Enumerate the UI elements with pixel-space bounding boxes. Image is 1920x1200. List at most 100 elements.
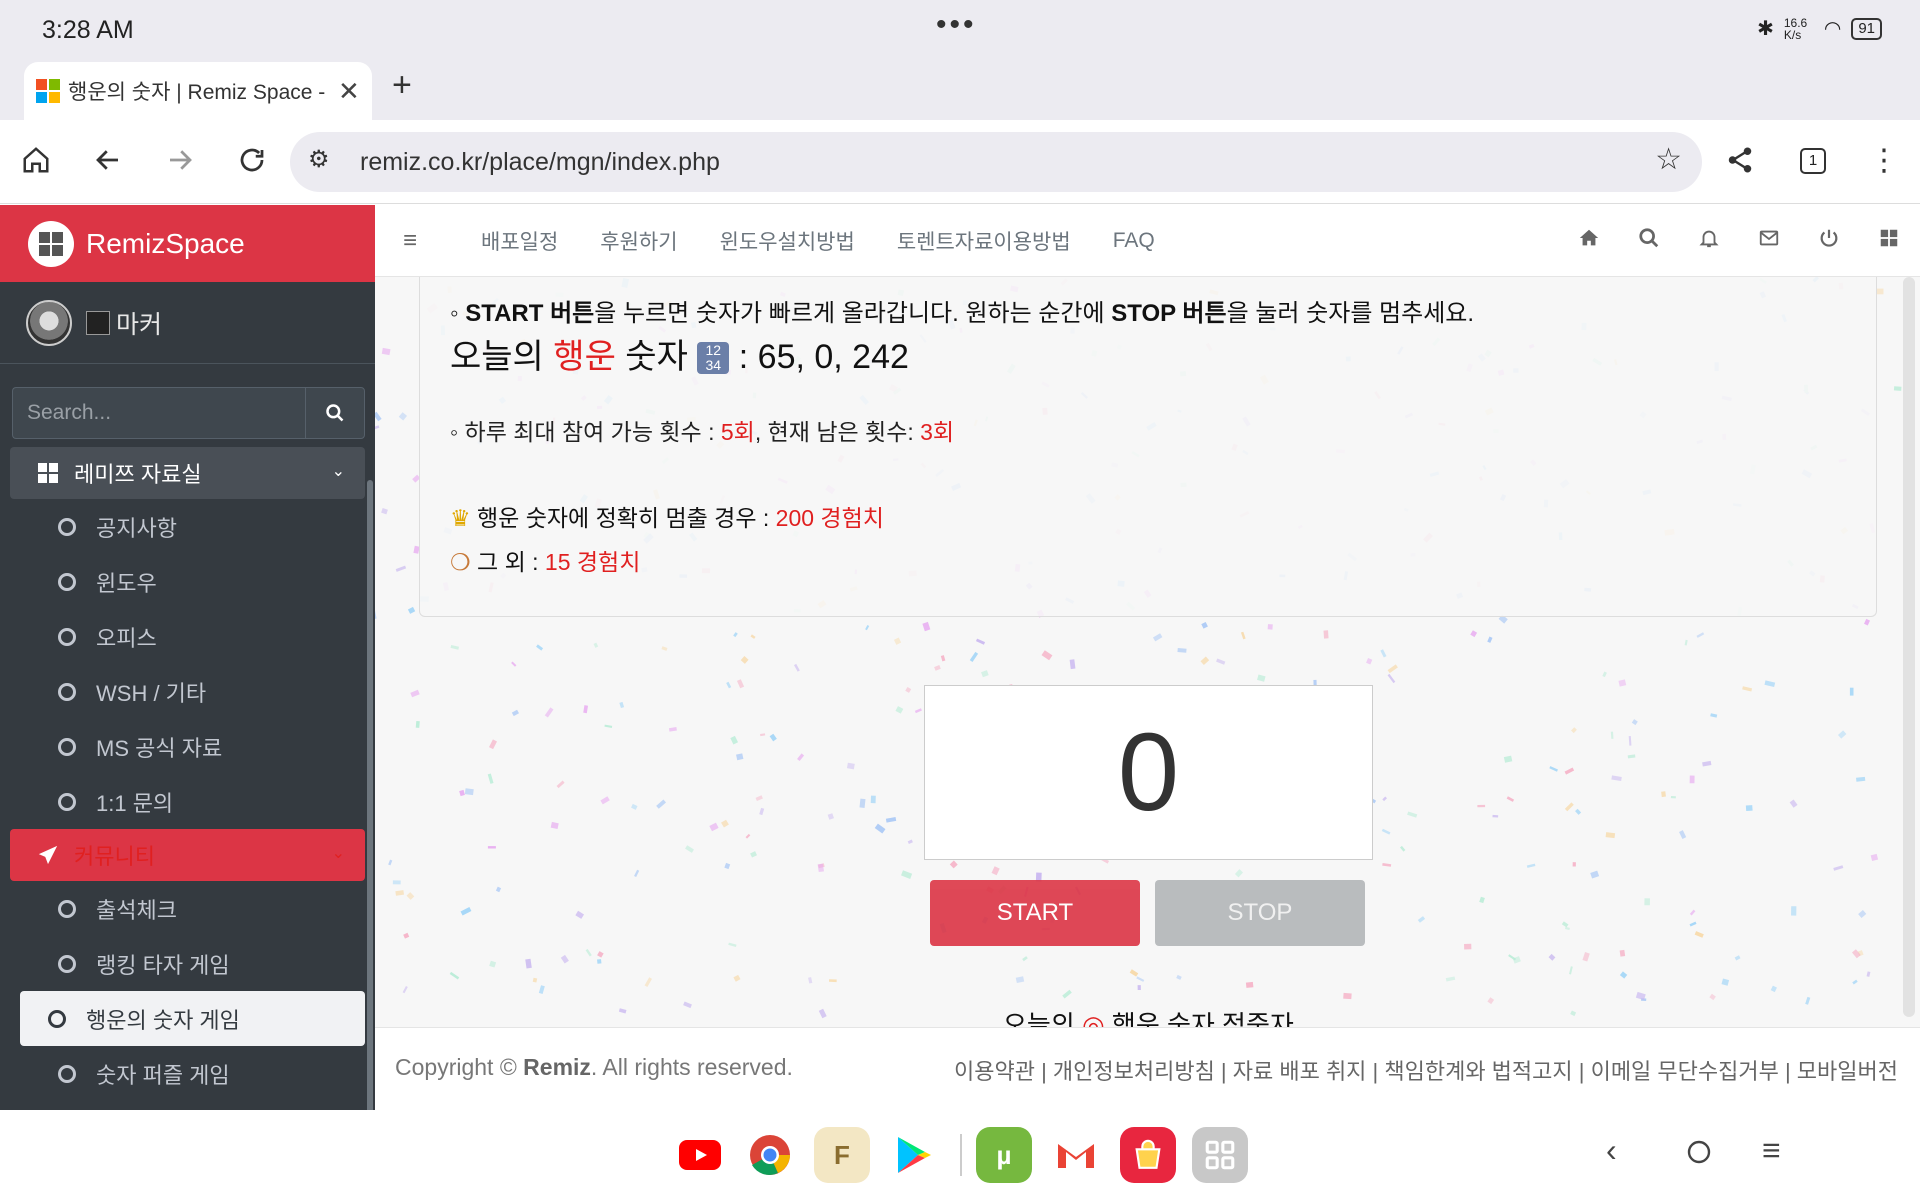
confetti-piece (460, 906, 472, 916)
tab-switcher-button[interactable]: 1 (1800, 148, 1826, 174)
confetti-piece (1619, 971, 1628, 979)
chrome-icon[interactable] (742, 1127, 798, 1183)
nav-section-community[interactable]: 커뮤니티 ⌄ (10, 829, 365, 881)
confetti-piece (733, 632, 738, 638)
sidebar-item-windows[interactable]: 윈도우 (10, 554, 365, 609)
address-bar[interactable]: ⚙ remiz.co.kr/place/mgn/index.php ☆ (290, 132, 1702, 192)
sidebar-item-typing-game[interactable]: 랭킹 타자 게임 (10, 936, 365, 991)
sidebar-item-wsh[interactable]: WSH / 기타 (10, 664, 365, 719)
home-icon[interactable] (14, 138, 58, 182)
confetti-piece (1849, 687, 1854, 696)
search-icon[interactable] (1638, 227, 1660, 249)
confetti-piece (949, 860, 958, 869)
user-name[interactable]: 마커 (86, 305, 162, 341)
confetti-piece (846, 762, 855, 770)
sidebar-item-number-puzzle[interactable]: 숫자 퍼즐 게임 (10, 1046, 365, 1101)
sidebar-scrollbar[interactable] (367, 480, 373, 1110)
confetti-piece (683, 1001, 692, 1009)
youtube-icon[interactable] (672, 1127, 728, 1183)
start-button[interactable]: START (930, 880, 1140, 946)
star-icon[interactable]: ☆ (1655, 142, 1682, 177)
confetti-piece (407, 606, 416, 614)
power-icon[interactable] (1818, 227, 1840, 249)
forward-icon[interactable] (158, 138, 202, 182)
confetti-piece (1851, 949, 1861, 959)
sidebar-item-ms-official[interactable]: MS 공식 자료 (10, 719, 365, 774)
confetti-piece (1508, 954, 1517, 961)
confetti-piece (1343, 992, 1352, 1000)
nav-link-install-guide[interactable]: 윈도우설치방법 (720, 226, 855, 256)
nav-link-torrent-guide[interactable]: 토렌트자료이용방법 (897, 226, 1071, 256)
confetti-piece (755, 795, 763, 802)
hamburger-icon[interactable]: ≡ (403, 227, 439, 255)
file-manager-icon[interactable]: F (814, 1127, 870, 1183)
confetti-piece (395, 565, 407, 572)
confetti-piece (1837, 730, 1847, 739)
sidebar-nav: 레미쯔 자료실 ⌄ 공지사항 윈도우 오피스 WSH / 기타 MS 공식 자료… (0, 447, 375, 1101)
search-button[interactable] (305, 387, 365, 439)
sidebar-item-lucky-number[interactable]: 행운의 숫자 게임 (20, 991, 365, 1046)
mail-icon[interactable] (1758, 227, 1780, 249)
confetti-piece (1684, 639, 1688, 646)
confetti-piece (415, 720, 420, 728)
share-icon[interactable] (1718, 138, 1762, 182)
nav-home-icon[interactable] (1686, 1136, 1712, 1173)
nav-section-archive[interactable]: 레미쯔 자료실 ⌄ (10, 447, 365, 499)
shopping-icon[interactable] (1120, 1127, 1176, 1183)
home-icon[interactable] (1578, 227, 1600, 249)
nav-back-icon[interactable]: ‹ (1606, 1132, 1617, 1169)
utorrent-icon[interactable]: µ (976, 1127, 1032, 1183)
back-icon[interactable] (86, 138, 130, 182)
sidebar-item-label: 공지사항 (96, 515, 177, 541)
confetti-piece (1590, 870, 1600, 879)
content-scrollbar[interactable] (1903, 277, 1915, 1017)
nav-link-faq[interactable]: FAQ (1113, 229, 1155, 253)
play-store-icon[interactable] (886, 1127, 942, 1183)
confetti-piece (375, 411, 382, 422)
confetti-piece (1417, 916, 1426, 923)
confetti-piece (893, 637, 902, 645)
confetti-piece (859, 798, 866, 808)
confetti-piece (870, 795, 876, 804)
sidebar-item-inquiry[interactable]: 1:1 문의 (10, 774, 365, 829)
sidebar-item-attendance[interactable]: 출석체크 (10, 881, 365, 936)
confetti-piece (874, 823, 886, 834)
confetti-piece (1487, 636, 1493, 643)
grid-icon[interactable] (1878, 227, 1900, 249)
confetti-piece (1611, 775, 1622, 781)
nav-link-schedule[interactable]: 배포일정 (481, 226, 558, 256)
sidebar-item-office[interactable]: 오피스 (10, 609, 365, 664)
app-drawer-icon[interactable] (1192, 1127, 1248, 1183)
bell-icon[interactable] (1698, 227, 1720, 249)
close-icon[interactable]: ✕ (338, 76, 360, 107)
stop-button[interactable]: STOP (1155, 880, 1365, 946)
search-input[interactable] (12, 387, 305, 439)
confetti-piece (1856, 776, 1866, 782)
menu-icon[interactable]: ⋮ (1862, 138, 1906, 182)
confetti-piece (1015, 976, 1025, 984)
browser-tab[interactable]: 행운의 숫자 | Remiz Space - ✕ (24, 62, 372, 120)
nav-recents-icon[interactable]: ≡ (1762, 1132, 1781, 1169)
confetti-piece (538, 985, 545, 994)
confetti-piece (969, 651, 979, 662)
reload-icon[interactable] (230, 138, 274, 182)
circle-icon (58, 792, 76, 811)
confetti-piece (709, 822, 719, 832)
more-dots-icon[interactable]: ••• (936, 8, 977, 42)
gmail-icon[interactable] (1048, 1127, 1104, 1183)
confetti-piece (1464, 943, 1472, 950)
app-dock: F µ ‹ ≡ (0, 1110, 1920, 1200)
confetti-piece (1734, 955, 1741, 961)
user-panel[interactable]: 마커 (0, 282, 375, 364)
footer-links[interactable]: 이용약관 | 개인정보처리방침 | 자료 배포 취지 | 책임한계와 법적고지 … (954, 1054, 1898, 1086)
sidebar-item-notice[interactable]: 공지사항 (10, 499, 365, 554)
confetti-piece (1245, 981, 1254, 988)
tune-icon[interactable]: ⚙ (308, 145, 330, 174)
brand-link[interactable]: RemizSpace (0, 205, 375, 282)
lucky-numbers: 65, 0, 242 (757, 338, 909, 376)
nav-link-donate[interactable]: 후원하기 (600, 226, 677, 256)
new-tab-button[interactable]: + (392, 66, 412, 105)
url-text[interactable]: remiz.co.kr/place/mgn/index.php (360, 148, 720, 177)
confetti-piece (975, 638, 986, 645)
confetti-piece (721, 819, 729, 828)
